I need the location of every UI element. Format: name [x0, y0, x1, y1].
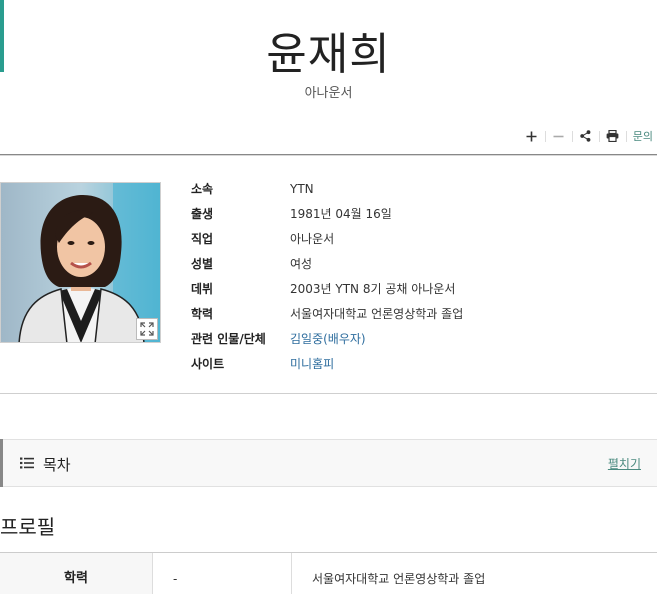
share-icon — [580, 130, 591, 142]
minihompy-link[interactable]: 미니홈피 — [290, 356, 334, 372]
page-title: 윤재희 — [266, 29, 391, 80]
header-divider — [0, 154, 657, 156]
info-key: 소속 — [191, 182, 214, 196]
toolbar: 문의 — [519, 126, 653, 146]
font-decrease-button[interactable] — [546, 127, 572, 145]
section-divider — [0, 393, 657, 394]
related-person-link[interactable]: 김일중(배우자) — [290, 331, 366, 347]
info-key: 관련 인물/단체 — [191, 332, 266, 346]
toc-title: 목차 — [43, 456, 71, 474]
info-key: 사이트 — [191, 357, 225, 371]
info-key: 학력 — [191, 307, 214, 321]
info-value: 1981년 04월 16일 — [290, 207, 392, 221]
profile-row-period: - — [153, 553, 292, 594]
toc-expand-button[interactable]: 펼치기 — [608, 455, 641, 472]
info-value: 아나운서 — [290, 232, 335, 246]
share-button[interactable] — [573, 127, 599, 145]
info-value: 서울여자대학교 언론영상학과 졸업 — [290, 307, 464, 321]
info-key: 데뷔 — [191, 282, 214, 296]
profile-section-title: 프로필 — [0, 515, 56, 539]
inquiry-link[interactable]: 문의 — [627, 128, 653, 144]
info-key: 성별 — [191, 257, 214, 271]
profile-table: 학력 - 서울여자대학교 언론영상학과 졸업 — [0, 552, 657, 594]
minus-icon — [553, 135, 564, 137]
print-button[interactable] — [600, 127, 626, 145]
print-icon — [606, 130, 619, 142]
profile-row-label: 학력 — [0, 553, 153, 594]
profile-photo[interactable] — [0, 182, 161, 343]
info-key: 출생 — [191, 207, 214, 221]
info-key: 직업 — [191, 232, 214, 246]
info-value: YTN — [290, 182, 314, 196]
profile-row-value: 서울여자대학교 언론영상학과 졸업 — [312, 572, 486, 586]
page-subtitle: 아나운서 — [304, 86, 353, 101]
list-icon — [20, 457, 34, 469]
info-value: 2003년 YTN 8기 공채 아나운서 — [290, 282, 456, 296]
font-increase-button[interactable] — [519, 127, 545, 145]
table-of-contents: 목차 펼치기 — [0, 439, 657, 487]
page-header: 윤재희 아나운서 — [0, 0, 657, 120]
plus-icon — [526, 131, 537, 141]
info-value: 여성 — [290, 257, 313, 271]
expand-photo-button[interactable] — [136, 318, 158, 340]
toc-accent-bar — [0, 439, 3, 487]
expand-icon — [140, 322, 154, 336]
